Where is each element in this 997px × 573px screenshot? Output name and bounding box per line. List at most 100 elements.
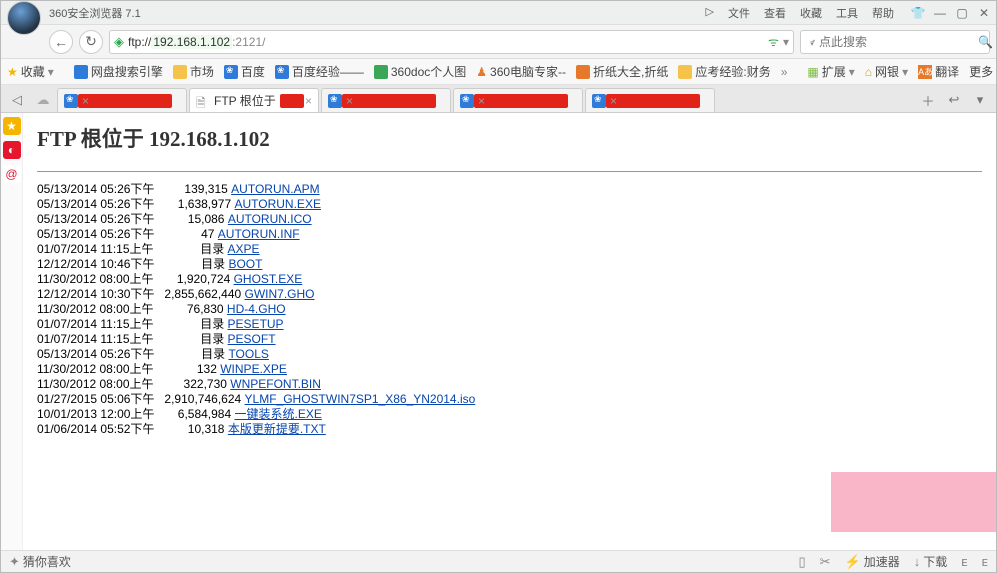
overlay-block [831, 472, 996, 532]
fav-button[interactable]: ★收藏▾ [7, 63, 54, 80]
listing-link[interactable]: TOOLS [228, 347, 268, 361]
at-icon[interactable]: @ [3, 165, 21, 183]
listing-size: 2,855,662,440 [161, 287, 244, 301]
listing-datetime: 05/13/2014 05:26下午 [37, 212, 161, 226]
browser-window: 360安全浏览器 7.1 ▷ 文件 查看 收藏 工具 帮助 👕 — ▢ ✕ ← … [0, 0, 997, 573]
bm-market[interactable]: 市场 [173, 63, 214, 80]
listing-datetime: 01/07/2014 11:15上午 [37, 317, 160, 331]
mute-icon[interactable]: ᴇ [961, 554, 967, 569]
listing-datetime: 01/06/2014 05:52下午 [37, 422, 161, 436]
menu-help[interactable]: 帮助 [870, 1, 896, 25]
bm-360doc[interactable]: 360doc个人图 [374, 63, 466, 80]
menu-fav[interactable]: 收藏 [798, 1, 824, 25]
tab-close-icon[interactable]: × [82, 94, 89, 108]
listing-link[interactable]: WINPE.XPE [220, 362, 287, 376]
tab-list-icon[interactable]: ▾ [968, 88, 992, 112]
listing-size: 目录 [160, 242, 227, 256]
tab-close-icon[interactable]: × [305, 94, 312, 108]
listing-size: 132 [160, 362, 220, 376]
cloud-icon[interactable]: ☁ [31, 88, 55, 112]
divider [37, 171, 982, 172]
guess-like-button[interactable]: ✦猜你喜欢 [9, 553, 71, 570]
listing-link[interactable]: BOOT [228, 257, 262, 271]
menu-view[interactable]: 查看 [762, 1, 788, 25]
accelerator-button[interactable]: ⚡加速器 [845, 553, 900, 570]
listing-link[interactable]: GWIN7.GHO [245, 287, 315, 301]
phone-icon[interactable]: ▯ [798, 554, 805, 570]
menu-file[interactable]: 文件 [726, 1, 752, 25]
listing-size: 15,086 [161, 212, 228, 226]
shield-icon: ◈ [114, 34, 124, 50]
listing-link[interactable]: AUTORUN.ICO [228, 212, 312, 226]
dropdown-arrow[interactable]: ▷ [704, 1, 716, 25]
listing-link[interactable]: 一键装系统.EXE [234, 407, 321, 421]
listing-link[interactable]: WNPEFONT.BIN [230, 377, 321, 391]
tab-3[interactable]: × [321, 88, 451, 112]
tab-5[interactable]: × [585, 88, 715, 112]
tab-4[interactable]: × [453, 88, 583, 112]
listing-link[interactable]: AUTORUN.APM [231, 182, 319, 196]
tab-close-icon[interactable]: × [610, 94, 617, 108]
rss-icon[interactable]: ᯤ [768, 33, 779, 50]
more-button[interactable]: 更多» [969, 63, 997, 80]
listing-size: 76,830 [160, 302, 227, 316]
bm-pcexpert[interactable]: ♟360电脑专家-- [476, 63, 566, 80]
maximize-button[interactable]: ▢ [954, 5, 970, 21]
bm-netdisk[interactable]: 网盘搜索引擎 [74, 63, 163, 80]
listing-datetime: 05/13/2014 05:26下午 [37, 197, 161, 211]
address-bar: ← ↻ ◈ ftp://192.168.1.102:2121/ ᯤ ▾ ▾ 🔍 [1, 25, 996, 59]
listing-datetime: 10/01/2013 12:00上午 [37, 407, 161, 421]
tab-close-icon[interactable]: × [478, 94, 485, 108]
close-button[interactable]: ✕ [976, 5, 992, 21]
listing-link[interactable]: GHOST.EXE [234, 272, 303, 286]
listing-size: 139,315 [161, 182, 231, 196]
bank-button[interactable]: ⌂网银▾ [865, 63, 908, 80]
tab-close-icon[interactable]: × [346, 94, 353, 108]
search-box[interactable]: ▾ 🔍 [800, 30, 990, 54]
back-button[interactable]: ← [49, 30, 73, 54]
url-dropdown-icon[interactable]: ▾ [783, 35, 789, 49]
user-avatar[interactable] [7, 1, 41, 35]
minimize-button[interactable]: — [932, 5, 948, 21]
listing-link[interactable]: AUTORUN.EXE [234, 197, 320, 211]
bm-bdexp[interactable]: 百度经验—— [275, 63, 364, 80]
tab-prev-icon[interactable]: ◁ [5, 88, 29, 112]
ext-button[interactable]: ▦扩展▾ [807, 63, 854, 80]
restore-tab-button[interactable]: ↩ [942, 88, 966, 112]
tab-1[interactable]: × [57, 88, 187, 112]
bm-zhezhi[interactable]: 折纸大全,折纸 [576, 63, 668, 80]
download-button[interactable]: ↓下载 [914, 553, 948, 570]
search-icon[interactable]: 🔍 [978, 35, 993, 49]
url-box[interactable]: ◈ ftp://192.168.1.102:2121/ ᯤ ▾ [109, 30, 794, 54]
listing-size: 6,584,984 [161, 407, 234, 421]
menu-tools[interactable]: 工具 [834, 1, 860, 25]
mute2-icon[interactable]: ᴇ [982, 554, 988, 569]
reload-button[interactable]: ↻ [79, 30, 103, 54]
window-controls: 👕 — ▢ ✕ [910, 5, 992, 21]
weibo-icon[interactable]: ◐ [3, 141, 21, 159]
listing-datetime: 11/30/2012 08:00上午 [37, 272, 160, 286]
listing-size: 1,920,724 [160, 272, 233, 286]
skin-icon[interactable]: 👕 [910, 5, 926, 21]
listing-link[interactable]: HD-4.GHO [227, 302, 286, 316]
listing-datetime: 05/13/2014 05:26下午 [37, 347, 161, 361]
tab-ftp[interactable]: 🗎FTP 根位于 1× [189, 88, 319, 112]
favorite-icon[interactable]: ★ [3, 117, 21, 135]
bookmarks-bar: ★收藏▾ 网盘搜索引擎 市场 百度 百度经验—— 360doc个人图 ♟360电… [1, 59, 996, 85]
bm-baidu[interactable]: 百度 [224, 63, 265, 80]
window-title: 360安全浏览器 7.1 [49, 5, 141, 21]
listing-link[interactable]: PESETUP [228, 317, 284, 331]
scissor-icon[interactable]: ✂ [820, 554, 831, 570]
bm-overflow-icon[interactable]: » [781, 65, 788, 79]
listing-link[interactable]: 本版更新提要.TXT [228, 422, 326, 436]
listing-link[interactable]: PESOFT [228, 332, 276, 346]
listing-link[interactable]: YLMF_GHOSTWIN7SP1_X86_YN2014.iso [245, 392, 476, 406]
translate-button[interactable]: Aあ翻译 [918, 63, 959, 80]
search-input[interactable] [819, 35, 974, 49]
titlebar: 360安全浏览器 7.1 ▷ 文件 查看 收藏 工具 帮助 👕 — ▢ ✕ [1, 1, 996, 25]
listing-link[interactable]: AXPE [228, 242, 260, 256]
listing-datetime: 12/12/2014 10:30下午 [37, 287, 161, 301]
bm-yingkao[interactable]: 应考经验:财务 [678, 63, 770, 80]
new-tab-button[interactable]: ＋ [916, 88, 940, 112]
listing-link[interactable]: AUTORUN.INF [218, 227, 300, 241]
